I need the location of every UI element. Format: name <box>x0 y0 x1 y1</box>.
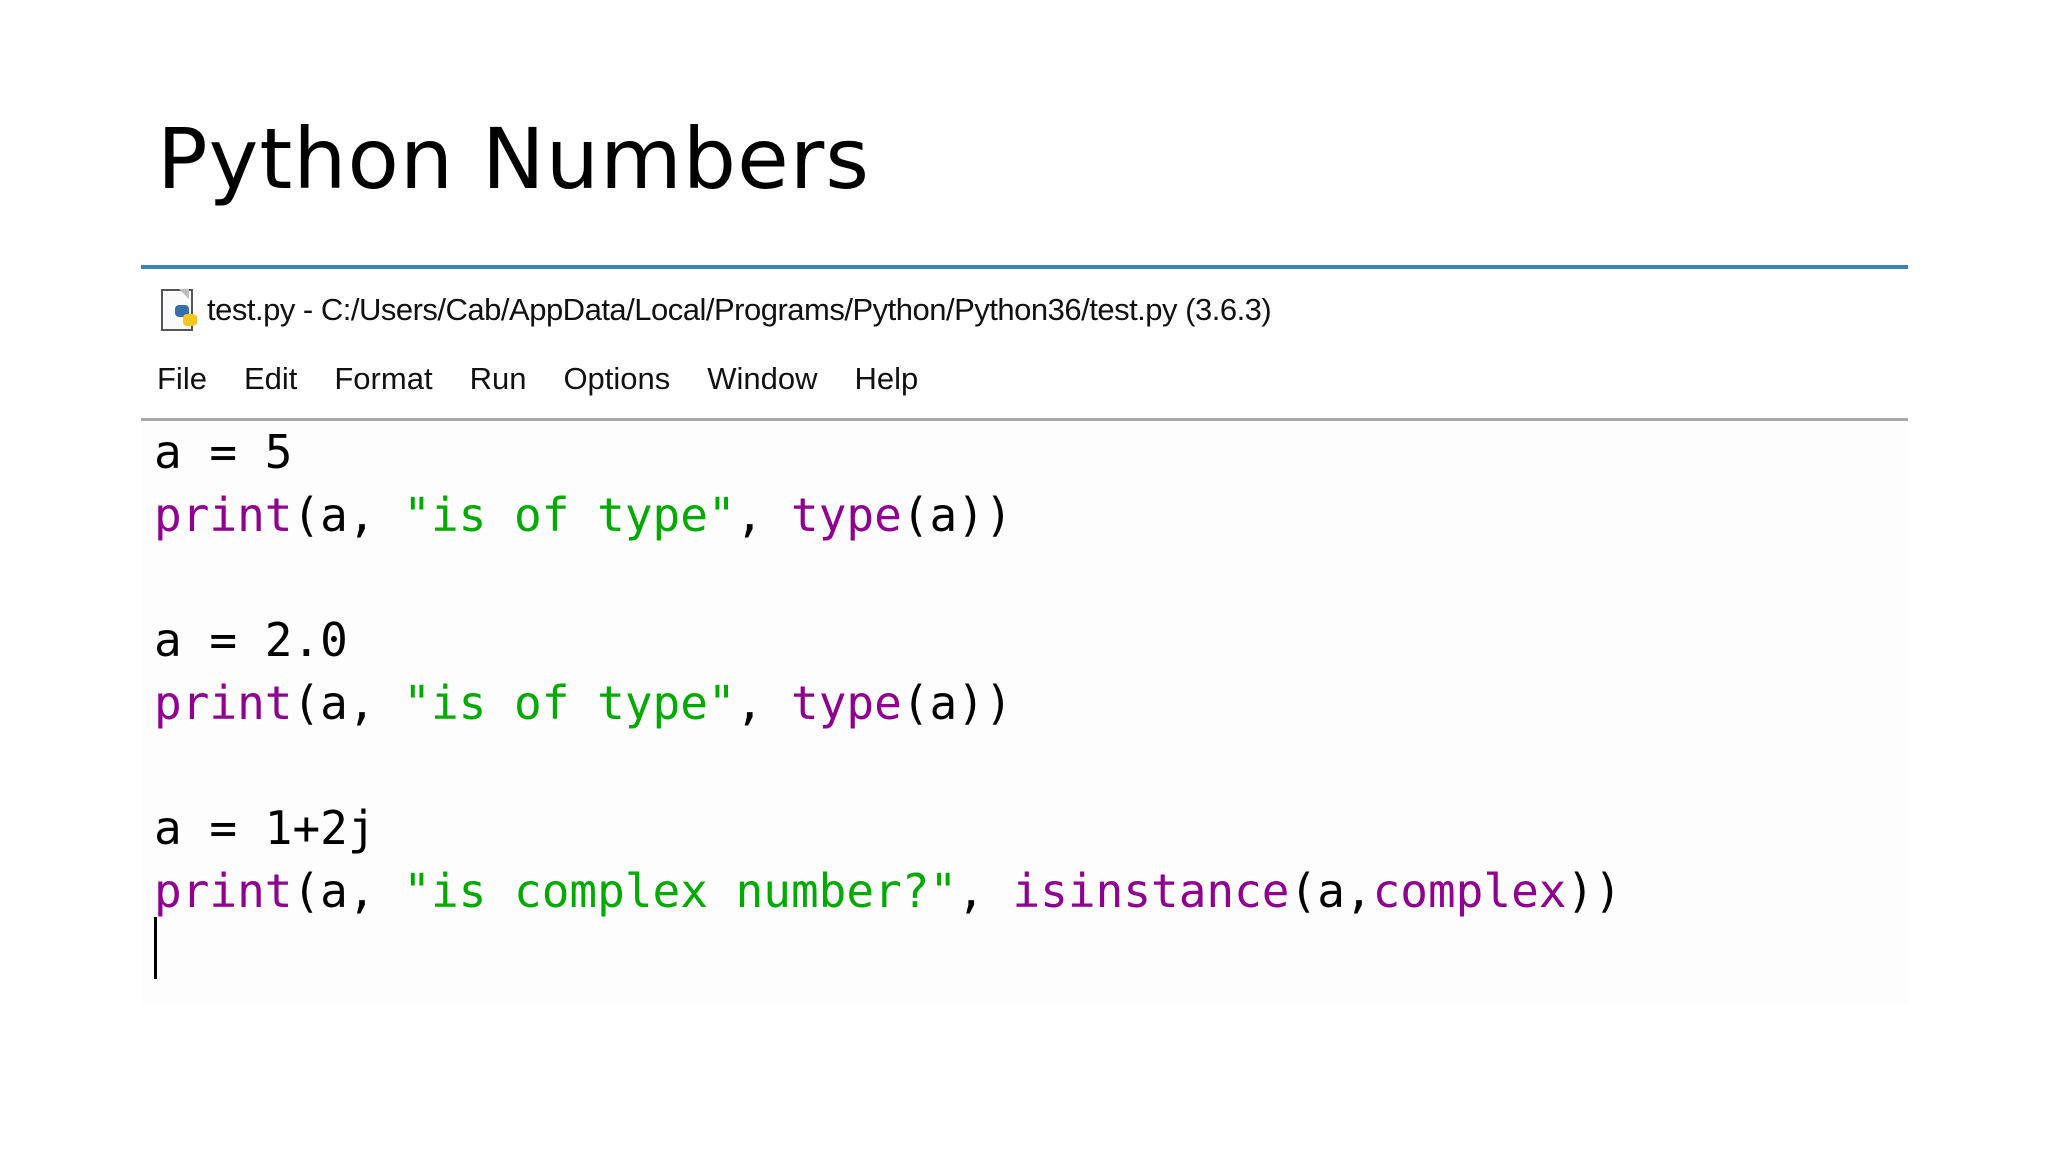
code-string: "is of type" <box>403 488 736 542</box>
code-builtin: type <box>791 488 902 542</box>
menu-run[interactable]: Run <box>458 361 539 397</box>
menu-bar: File Edit Format Run Options Window Help <box>141 359 1908 399</box>
code-text: a = 5 <box>154 425 293 479</box>
code-text: , <box>735 488 791 542</box>
code-text: a = 1+2j <box>154 801 376 855</box>
code-text: (a, <box>292 676 404 730</box>
code-line-4[interactable]: print(a, "is of type", type(a)) <box>154 673 1013 733</box>
code-builtin: print <box>154 488 293 542</box>
text-cursor <box>154 917 157 979</box>
code-line-6[interactable]: print(a, "is complex number?", isinstanc… <box>154 861 1622 921</box>
code-text: (a)) <box>901 676 1013 730</box>
code-text: (a, <box>292 864 404 918</box>
slide: Python Numbers test.py - C:/Users/Cab/Ap… <box>0 0 2048 1152</box>
code-string: "is complex number?" <box>403 864 958 918</box>
menu-window[interactable]: Window <box>695 361 829 397</box>
code-builtin: print <box>154 676 293 730</box>
menu-file[interactable]: File <box>145 361 219 397</box>
menu-format[interactable]: Format <box>322 361 444 397</box>
window-top-border <box>141 265 1908 269</box>
code-text: )) <box>1566 864 1622 918</box>
code-builtin: print <box>154 864 293 918</box>
code-line-1[interactable]: a = 5 <box>154 422 292 482</box>
code-builtin: type <box>791 676 902 730</box>
code-text: , <box>957 864 1013 918</box>
code-builtin: complex <box>1372 864 1567 918</box>
code-editor[interactable]: a = 5 print(a, "is of type", type(a)) a … <box>141 422 1908 1005</box>
code-text: , <box>735 676 791 730</box>
window-title: test.py - C:/Users/Cab/AppData/Local/Pro… <box>207 292 1272 327</box>
window-titlebar[interactable]: test.py - C:/Users/Cab/AppData/Local/Pro… <box>141 287 1908 333</box>
python-file-icon <box>159 287 197 333</box>
code-builtin: isinstance <box>1012 864 1290 918</box>
idle-editor-window: test.py - C:/Users/Cab/AppData/Local/Pro… <box>141 265 1908 1005</box>
code-text: a = 2.0 <box>154 613 348 667</box>
code-line-5[interactable]: a = 1+2j <box>154 798 376 858</box>
code-text: (a, <box>292 488 404 542</box>
slide-title: Python Numbers <box>157 110 871 208</box>
menu-edit[interactable]: Edit <box>232 361 309 397</box>
code-text: (a)) <box>901 488 1013 542</box>
code-line-2[interactable]: print(a, "is of type", type(a)) <box>154 485 1013 545</box>
code-line-3[interactable]: a = 2.0 <box>154 610 348 670</box>
code-string: "is of type" <box>403 676 736 730</box>
menu-help[interactable]: Help <box>843 361 931 397</box>
menu-options[interactable]: Options <box>551 361 682 397</box>
menu-separator <box>141 418 1908 421</box>
code-text: (a, <box>1289 864 1373 918</box>
